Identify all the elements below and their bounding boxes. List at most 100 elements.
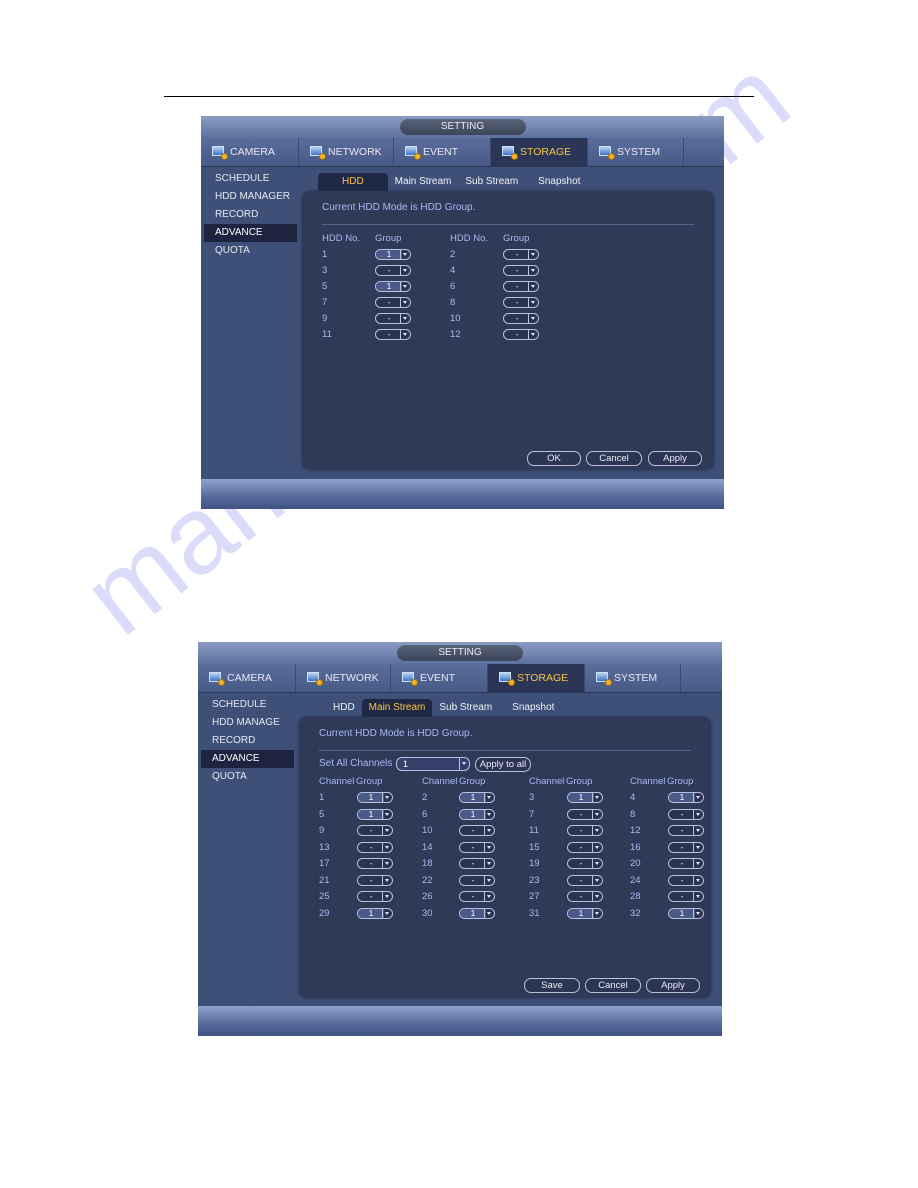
group-select[interactable]: - <box>567 891 603 902</box>
group-select[interactable]: - <box>375 297 411 308</box>
group-value: - <box>680 825 684 835</box>
tab-hdd[interactable]: HDD <box>326 699 362 717</box>
sidebar-item-schedule[interactable]: SCHEDULE <box>198 696 294 714</box>
group-select[interactable]: - <box>357 891 393 902</box>
group-select[interactable]: 1 <box>357 907 393 919</box>
group-select[interactable]: 1 <box>459 808 495 820</box>
tab-main-stream[interactable]: Main Stream <box>388 173 459 191</box>
tab-snapshot[interactable]: Snapshot <box>505 699 561 717</box>
nav-tab-label: STORAGE <box>520 146 572 158</box>
group-select[interactable]: 1 <box>668 792 704 803</box>
sidebar-item-hdd-manager[interactable]: HDD MANAGER <box>201 188 297 206</box>
group-select[interactable]: - <box>668 841 704 853</box>
chevron-down-icon <box>382 892 392 901</box>
group-select[interactable]: 1 <box>375 249 411 260</box>
nav-tab-system[interactable]: SYSTEM <box>585 664 681 692</box>
group-select[interactable]: - <box>503 329 539 340</box>
group-value: - <box>387 265 391 275</box>
set-all-channels-select[interactable]: 1 <box>396 757 470 771</box>
group-select[interactable]: - <box>567 841 603 853</box>
apply-to-all-button[interactable]: Apply to all <box>475 757 531 772</box>
channel-header: Channel <box>630 776 666 787</box>
group-select[interactable]: - <box>503 265 539 276</box>
group-select[interactable]: 1 <box>567 792 603 803</box>
gear-icon <box>221 153 228 160</box>
group-select[interactable]: - <box>357 858 393 869</box>
group-select[interactable]: - <box>668 808 704 820</box>
group-select[interactable]: - <box>459 825 495 836</box>
chevron-down-icon <box>528 314 538 323</box>
group-value: - <box>515 313 519 323</box>
group-select[interactable]: - <box>567 874 603 886</box>
group-select[interactable]: - <box>459 891 495 902</box>
nav-tab-camera[interactable]: CAMERA <box>198 664 296 692</box>
group-select[interactable]: - <box>357 874 393 886</box>
group-value: - <box>579 825 583 835</box>
group-select[interactable]: - <box>567 808 603 820</box>
group-select[interactable]: 1 <box>567 907 603 919</box>
tab-sub-stream[interactable]: Sub Stream <box>432 699 499 717</box>
nav-tab-storage[interactable]: STORAGE <box>488 664 585 692</box>
group-select[interactable]: - <box>503 281 539 292</box>
group-select[interactable]: - <box>567 858 603 869</box>
group-select[interactable]: - <box>459 841 495 853</box>
group-select[interactable]: 1 <box>459 792 495 803</box>
cancel-button[interactable]: Cancel <box>585 978 641 993</box>
group-select[interactable]: - <box>668 891 704 902</box>
apply-button[interactable]: Apply <box>648 451 702 466</box>
channel-number: 17 <box>319 858 330 869</box>
nav-tab-network[interactable]: NETWORK <box>296 664 391 692</box>
group-select[interactable]: - <box>459 858 495 869</box>
group-select[interactable]: - <box>357 825 393 836</box>
nav-tab-system[interactable]: SYSTEM <box>588 138 684 166</box>
tab-snapshot[interactable]: Snapshot <box>531 173 587 191</box>
sidebar-item-schedule[interactable]: SCHEDULE <box>201 170 297 188</box>
chevron-down-icon <box>592 892 602 901</box>
channel-number: 31 <box>529 907 540 919</box>
group-select[interactable]: - <box>503 313 539 324</box>
nav-tab-camera[interactable]: CAMERA <box>201 138 299 166</box>
gear-icon <box>608 153 615 160</box>
group-select[interactable]: - <box>668 858 704 869</box>
group-value: 1 <box>358 908 384 918</box>
sidebar-item-advance[interactable]: ADVANCE <box>204 224 297 242</box>
nav-tab-network[interactable]: NETWORK <box>299 138 394 166</box>
tab-hdd[interactable]: HDD <box>318 173 388 191</box>
nav-tab-event[interactable]: EVENT <box>391 664 488 692</box>
group-select[interactable]: 1 <box>668 907 704 919</box>
group-select[interactable]: 1 <box>357 808 393 820</box>
chevron-down-icon <box>484 793 494 802</box>
group-select[interactable]: 1 <box>459 907 495 919</box>
nav-tab-event[interactable]: EVENT <box>394 138 491 166</box>
sidebar-item-record[interactable]: RECORD <box>201 206 297 224</box>
group-select[interactable]: - <box>503 297 539 308</box>
group-select[interactable]: - <box>459 874 495 886</box>
cancel-button[interactable]: Cancel <box>586 451 642 466</box>
sidebar-item-hdd-manage[interactable]: HDD MANAGE <box>198 714 294 732</box>
group-select[interactable]: - <box>357 841 393 853</box>
group-value: - <box>515 249 519 259</box>
group-select[interactable]: - <box>567 825 603 836</box>
group-select[interactable]: 1 <box>357 792 393 803</box>
ok-button[interactable]: OK <box>527 451 581 466</box>
group-select[interactable]: - <box>375 329 411 340</box>
channel-number: 25 <box>319 891 330 902</box>
group-select[interactable]: - <box>668 825 704 836</box>
group-select[interactable]: - <box>668 874 704 886</box>
group-value: - <box>579 858 583 868</box>
tab-sub-stream[interactable]: Sub Stream <box>458 173 525 191</box>
apply-button[interactable]: Apply <box>646 978 700 993</box>
group-select[interactable]: - <box>503 249 539 260</box>
chevron-down-icon <box>693 908 703 918</box>
group-value: 1 <box>460 793 486 802</box>
group-select[interactable]: - <box>375 265 411 276</box>
group-select[interactable]: 1 <box>375 281 411 292</box>
sidebar-item-quota[interactable]: QUOTA <box>198 768 294 786</box>
group-select[interactable]: - <box>375 313 411 324</box>
sidebar-item-advance[interactable]: ADVANCE <box>201 750 294 768</box>
nav-tab-storage[interactable]: STORAGE <box>491 138 588 166</box>
tab-main-stream[interactable]: Main Stream <box>361 699 433 717</box>
save-button[interactable]: Save <box>524 978 580 993</box>
sidebar-item-quota[interactable]: QUOTA <box>201 242 297 260</box>
sidebar-item-record[interactable]: RECORD <box>198 732 294 750</box>
